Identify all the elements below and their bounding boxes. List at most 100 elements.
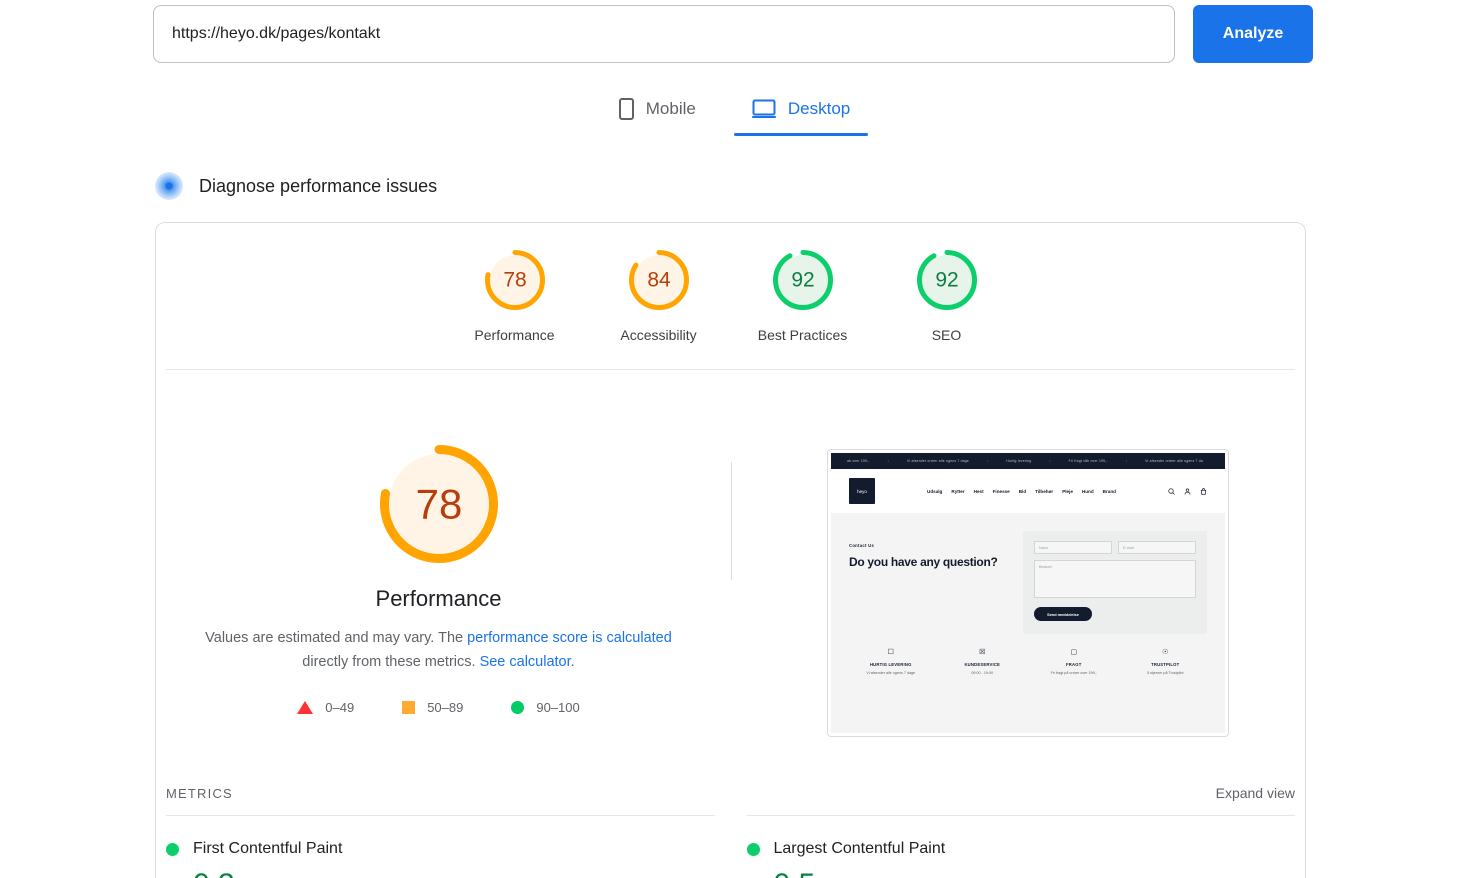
- announcement-item: Vi afsender ordrer alle ugens 7 da: [1145, 459, 1203, 463]
- legend-item-average: 50–89: [402, 700, 463, 715]
- legend-item-good: 90–100: [511, 700, 580, 715]
- preview-contact-form: Navn E-mail Besked Send meddelelse: [1023, 531, 1207, 634]
- svg-text:92: 92: [935, 269, 958, 292]
- preview-contact-copy: Contact Us Do you have any question?: [849, 531, 1009, 634]
- nav-item: Finesse: [992, 488, 1010, 494]
- expand-view-button[interactable]: Expand view: [1216, 785, 1295, 801]
- metric-name: First Contentful Paint: [193, 840, 343, 857]
- see-calculator-link[interactable]: See calculator: [480, 654, 571, 670]
- status-badge: [166, 842, 179, 856]
- metric-row: First Contentful Paint: [166, 840, 715, 858]
- preview-feature: ☉ TRUSTPILOT 5 stjerner på Trustpilot: [1120, 648, 1212, 675]
- triangle-icon: [297, 701, 314, 714]
- star-icon: ☉: [1162, 649, 1169, 656]
- legend-item-poor: 0–49: [297, 700, 354, 715]
- box-icon: ☐: [887, 649, 894, 656]
- score-label: Accessibility: [620, 327, 697, 343]
- tab-mobile-label: Mobile: [645, 99, 696, 118]
- announcement-item: ab over 199,-: [847, 459, 870, 463]
- device-tabs: Mobile Desktop: [0, 92, 1469, 136]
- score-accessibility[interactable]: 84 Accessibility: [587, 249, 731, 343]
- score-performance[interactable]: 78 Performance: [443, 249, 587, 343]
- tab-mobile[interactable]: Mobile: [609, 92, 706, 136]
- feature-title: HURTIG LEVERING: [869, 662, 912, 667]
- score-gauge: 92: [916, 249, 978, 311]
- score-label: Performance: [474, 327, 555, 343]
- headset-icon: ☒: [979, 649, 986, 656]
- nav-item: Udsalg: [927, 488, 943, 494]
- preview-nav: Udsalg Rytter Hest Finesse Bid Tilbehør …: [875, 489, 1168, 494]
- preview-heading: Do you have any question?: [849, 555, 998, 569]
- performance-score-link[interactable]: performance score is calculated: [467, 630, 672, 646]
- truck-icon: ▢: [1070, 649, 1078, 656]
- square-icon: [402, 701, 416, 714]
- metric-name: Largest Contentful Paint: [773, 840, 946, 857]
- metric-value: 0.3 s: [193, 868, 715, 878]
- analyze-button[interactable]: Analyze: [1193, 5, 1313, 63]
- preview-eyebrow: Contact Us: [849, 543, 875, 548]
- metric-largest-contentful-paint[interactable]: Largest Contentful Paint 0.5 s: [746, 815, 1295, 878]
- url-input[interactable]: [153, 5, 1175, 63]
- performance-gauge-large: 78: [379, 444, 499, 564]
- preview-feature: ☒ KUNDESERVICE 09:00 - 19:00: [937, 648, 1029, 675]
- account-icon: [1184, 488, 1191, 495]
- score-gauge: 92: [772, 249, 834, 311]
- results-card: 78 Performance 84 Accessibility 92 Best …: [155, 222, 1306, 878]
- preview-feature: ☐ HURTIG LEVERING Vi afsender alle ugens…: [845, 648, 937, 675]
- circle-icon: [511, 701, 525, 714]
- nav-item: Brand: [1102, 488, 1116, 494]
- preview-logo: heyo: [849, 478, 875, 504]
- url-search-row: Analyze: [153, 4, 1313, 64]
- score-seo[interactable]: 92 SEO: [875, 249, 1019, 343]
- score-label: SEO: [931, 327, 962, 343]
- preview-contact-section: Contact Us Do you have any question? Nav…: [831, 513, 1225, 634]
- legend-range: 90–100: [536, 700, 580, 715]
- score-gauge: 78: [484, 249, 546, 311]
- nav-item: Hest: [973, 488, 984, 494]
- preview-submit-button: Send meddelelse: [1034, 607, 1092, 621]
- hero-score-block: 78 Performance Values are estimated and …: [156, 444, 721, 715]
- diagnose-label: Diagnose performance issues: [199, 175, 438, 196]
- tab-desktop[interactable]: Desktop: [733, 92, 869, 136]
- status-badge: [746, 842, 760, 856]
- score-label: Best Practices: [757, 327, 848, 343]
- pagespeed-insights-page: Analyze Mobile Desktop Diagnose performa…: [0, 0, 1469, 878]
- nav-item: Tilbehør: [1035, 488, 1054, 494]
- preview-header: heyo Udsalg Rytter Hest Finesse Bid Tilb…: [831, 469, 1225, 513]
- desc-text-1: Values are estimated and may vary. The: [205, 630, 468, 646]
- nav-item: Hund: [1081, 488, 1094, 494]
- svg-text:92: 92: [791, 269, 814, 292]
- preview-form-row: Navn E-mail: [1034, 541, 1196, 554]
- feature-title: FRAGT: [1066, 662, 1082, 667]
- mobile-icon: [618, 98, 634, 120]
- announcement-item: Fri fragt våb over 199,-: [1068, 459, 1108, 463]
- preview-name-field: Navn: [1034, 541, 1112, 554]
- score-best-practices[interactable]: 92 Best Practices: [731, 249, 875, 343]
- final-screenshot[interactable]: ab over 199,- • Vi afsender ordrer alle …: [827, 449, 1229, 737]
- nav-item: Pleje: [1062, 488, 1073, 494]
- svg-text:78: 78: [503, 269, 526, 292]
- score-legend: 0–49 50–89 90–100: [297, 700, 580, 715]
- desc-text-3: .: [570, 654, 575, 670]
- metric-first-contentful-paint[interactable]: First Contentful Paint 0.3 s: [166, 815, 715, 878]
- feature-desc: 5 stjerner på Trustpilot: [1147, 671, 1184, 675]
- nav-item: Rytter: [951, 488, 965, 494]
- tab-desktop-label: Desktop: [787, 99, 851, 118]
- hero-vertical-divider: [731, 462, 732, 580]
- desktop-icon: [751, 99, 776, 119]
- announcement-item: Hurtig levering: [1006, 459, 1032, 463]
- metrics-title: METRICS: [166, 785, 233, 801]
- page-title: Performance: [375, 586, 502, 611]
- category-scores: 78 Performance 84 Accessibility 92 Best …: [156, 223, 1305, 343]
- preview-feature: ▢ FRAGT Fri fragt på ordrer over 199,-: [1028, 648, 1120, 675]
- score-gauge: 84: [628, 249, 690, 311]
- svg-text:84: 84: [647, 269, 671, 292]
- legend-range: 50–89: [427, 700, 464, 715]
- preview-announcement-bar: ab over 199,- • Vi afsender ordrer alle …: [831, 453, 1225, 469]
- diagnose-performance-issues[interactable]: Diagnose performance issues: [155, 172, 437, 200]
- feature-title: KUNDESERVICE: [964, 662, 1001, 667]
- cart-icon: [1200, 487, 1207, 495]
- feature-desc: Vi afsender alle ugens 7 dage: [866, 671, 916, 675]
- feature-desc: 09:00 - 19:00: [971, 671, 994, 675]
- announcement-item: Vi afsender ordrer alle ugens 7 dage: [906, 459, 969, 463]
